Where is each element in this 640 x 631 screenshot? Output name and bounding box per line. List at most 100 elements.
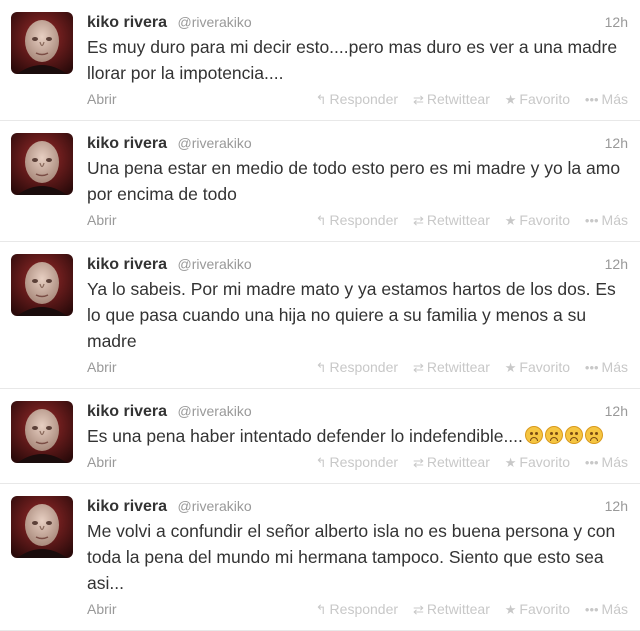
username[interactable]: @riverakiko bbox=[178, 14, 252, 30]
retweet-label: Retwittear bbox=[426, 601, 490, 617]
tweet-footer: Abrir ↰ Responder ⇄ Retwittear ★ Favorito •… bbox=[87, 88, 628, 110]
username[interactable]: @riverakiko bbox=[178, 403, 252, 419]
more-button[interactable]: ••• Más bbox=[585, 209, 628, 232]
tweet-text-content: Es muy duro para mi decir esto....pero m… bbox=[87, 37, 618, 83]
open-link[interactable]: Abrir bbox=[87, 212, 117, 228]
retweet-icon: ⇄ bbox=[412, 455, 424, 470]
fullname[interactable]: kiko rivera bbox=[87, 135, 167, 152]
reply-button[interactable]: ↰ Responder bbox=[316, 598, 398, 621]
tweet-actions: ↰ Responder ⇄ Retwittear ★ Favorito ••• Más bbox=[305, 209, 628, 232]
star-icon: ★ bbox=[504, 360, 517, 375]
retweet-icon: ⇄ bbox=[412, 92, 424, 107]
favorite-label: Favorito bbox=[519, 91, 570, 107]
tweet-actions: ↰ Responder ⇄ Retwittear ★ Favorito ••• Más bbox=[305, 88, 628, 111]
avatar[interactable] bbox=[11, 254, 73, 316]
more-label: Más bbox=[601, 359, 628, 375]
tweet-text-content: Una pena estar en medio de todo esto per… bbox=[87, 158, 621, 204]
fullname[interactable]: kiko rivera bbox=[87, 14, 167, 31]
disappointed-face-icon bbox=[544, 426, 563, 444]
tweet-text: Me volvi a confundir el señor alberto is… bbox=[87, 518, 628, 596]
favorite-button[interactable]: ★ Favorito bbox=[505, 356, 570, 379]
avatar[interactable] bbox=[11, 496, 73, 558]
retweet-icon: ⇄ bbox=[412, 602, 424, 617]
open-link[interactable]: Abrir bbox=[87, 454, 117, 470]
reply-arrow-icon: ↰ bbox=[315, 92, 327, 107]
tweet[interactable]: kiko rivera @riverakiko 12h Es muy duro … bbox=[0, 0, 640, 121]
retweet-button[interactable]: ⇄ Retwittear bbox=[413, 88, 490, 111]
fullname[interactable]: kiko rivera bbox=[87, 498, 167, 515]
more-dots-icon: ••• bbox=[584, 360, 599, 375]
retweet-label: Retwittear bbox=[426, 212, 490, 228]
tweet-footer: Abrir ↰ Responder ⇄ Retwittear ★ Favorito •… bbox=[87, 356, 628, 378]
timestamp[interactable]: 12h bbox=[605, 254, 628, 274]
more-dots-icon: ••• bbox=[584, 455, 599, 470]
favorite-label: Favorito bbox=[519, 212, 570, 228]
tweet-header: kiko rivera @riverakiko 12h bbox=[87, 133, 628, 153]
tweet-text-content: Me volvi a confundir el señor alberto is… bbox=[87, 521, 616, 593]
favorite-button[interactable]: ★ Favorito bbox=[505, 598, 570, 621]
star-icon: ★ bbox=[504, 213, 517, 228]
avatar[interactable] bbox=[11, 133, 73, 195]
reply-arrow-icon: ↰ bbox=[315, 455, 327, 470]
more-button[interactable]: ••• Más bbox=[585, 451, 628, 474]
fullname[interactable]: kiko rivera bbox=[87, 256, 167, 273]
tweet-actions: ↰ Responder ⇄ Retwittear ★ Favorito ••• Más bbox=[305, 598, 628, 621]
disappointed-face-icon bbox=[564, 426, 583, 444]
retweet-button[interactable]: ⇄ Retwittear bbox=[413, 598, 490, 621]
favorite-button[interactable]: ★ Favorito bbox=[505, 451, 570, 474]
favorite-button[interactable]: ★ Favorito bbox=[505, 88, 570, 111]
fullname[interactable]: kiko rivera bbox=[87, 403, 167, 420]
retweet-button[interactable]: ⇄ Retwittear bbox=[413, 209, 490, 232]
retweet-icon: ⇄ bbox=[412, 360, 424, 375]
timestamp[interactable]: 12h bbox=[605, 401, 628, 421]
username[interactable]: @riverakiko bbox=[178, 135, 252, 151]
tweet-header: kiko rivera @riverakiko 12h bbox=[87, 496, 628, 516]
open-link[interactable]: Abrir bbox=[87, 601, 117, 617]
favorite-label: Favorito bbox=[519, 454, 570, 470]
more-button[interactable]: ••• Más bbox=[585, 88, 628, 111]
open-link[interactable]: Abrir bbox=[87, 91, 117, 107]
tweet-footer: Abrir ↰ Responder ⇄ Retwittear ★ Favorito •… bbox=[87, 451, 628, 473]
tweet-text: Es una pena haber intentado defender lo … bbox=[87, 423, 628, 449]
tweet[interactable]: kiko rivera @riverakiko 12h Es una pena … bbox=[0, 389, 640, 484]
favorite-label: Favorito bbox=[519, 359, 570, 375]
retweet-label: Retwittear bbox=[426, 454, 490, 470]
reply-label: Responder bbox=[329, 212, 399, 228]
timestamp[interactable]: 12h bbox=[605, 496, 628, 516]
retweet-label: Retwittear bbox=[426, 91, 490, 107]
retweet-label: Retwittear bbox=[426, 359, 490, 375]
retweet-button[interactable]: ⇄ Retwittear bbox=[413, 356, 490, 379]
reply-button[interactable]: ↰ Responder bbox=[316, 356, 398, 379]
tweet-text: Es muy duro para mi decir esto....pero m… bbox=[87, 34, 628, 86]
more-label: Más bbox=[601, 601, 628, 617]
more-dots-icon: ••• bbox=[584, 92, 599, 107]
reply-label: Responder bbox=[329, 601, 399, 617]
reply-arrow-icon: ↰ bbox=[315, 213, 327, 228]
tweet-text: Ya lo sabeis. Por mi madre mato y ya est… bbox=[87, 276, 628, 354]
tweet[interactable]: kiko rivera @riverakiko 12h Me volvi a c… bbox=[0, 484, 640, 631]
retweet-button[interactable]: ⇄ Retwittear bbox=[413, 451, 490, 474]
tweet-footer: Abrir ↰ Responder ⇄ Retwittear ★ Favorito •… bbox=[87, 209, 628, 231]
reply-button[interactable]: ↰ Responder bbox=[316, 451, 398, 474]
more-dots-icon: ••• bbox=[584, 602, 599, 617]
reply-button[interactable]: ↰ Responder bbox=[316, 88, 398, 111]
reply-label: Responder bbox=[329, 454, 399, 470]
avatar[interactable] bbox=[11, 401, 73, 463]
tweet-timeline: kiko rivera @riverakiko 12h Es muy duro … bbox=[0, 0, 640, 631]
timestamp[interactable]: 12h bbox=[605, 12, 628, 32]
avatar[interactable] bbox=[11, 12, 73, 74]
tweet[interactable]: kiko rivera @riverakiko 12h Una pena est… bbox=[0, 121, 640, 242]
username[interactable]: @riverakiko bbox=[178, 256, 252, 272]
more-button[interactable]: ••• Más bbox=[585, 356, 628, 379]
more-label: Más bbox=[601, 454, 628, 470]
timestamp[interactable]: 12h bbox=[605, 133, 628, 153]
favorite-button[interactable]: ★ Favorito bbox=[505, 209, 570, 232]
more-button[interactable]: ••• Más bbox=[585, 598, 628, 621]
open-link[interactable]: Abrir bbox=[87, 359, 117, 375]
retweet-icon: ⇄ bbox=[412, 213, 424, 228]
tweet[interactable]: kiko rivera @riverakiko 12h Ya lo sabeis… bbox=[0, 242, 640, 389]
reply-button[interactable]: ↰ Responder bbox=[316, 209, 398, 232]
more-label: Más bbox=[601, 212, 628, 228]
disappointed-face-icon bbox=[584, 426, 603, 444]
username[interactable]: @riverakiko bbox=[178, 498, 252, 514]
